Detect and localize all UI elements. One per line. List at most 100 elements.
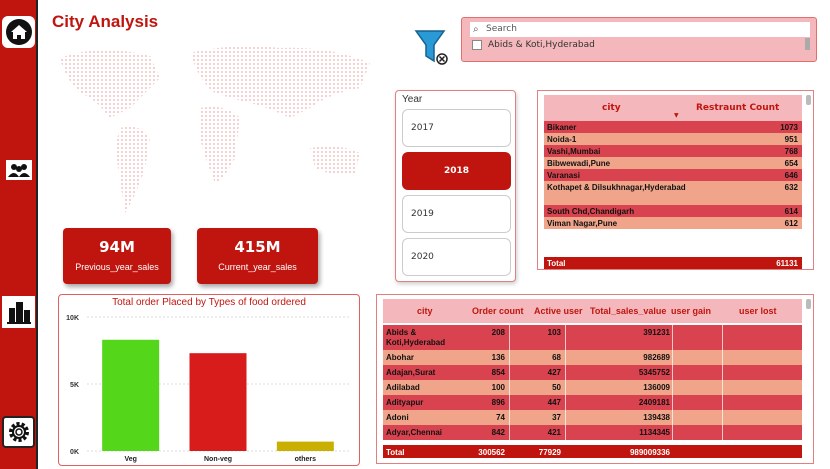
- column-header-restaurant-count[interactable]: Restraunt Count: [696, 103, 779, 113]
- cell-restaurant-count: 614: [784, 207, 798, 216]
- column-header-city[interactable]: city: [602, 103, 621, 113]
- cell-order-count: 842: [491, 428, 505, 437]
- cell-restaurant-count: 951: [784, 135, 798, 144]
- search-placeholder: Search: [486, 24, 517, 34]
- home-button[interactable]: [2, 16, 35, 48]
- cell-restaurant-count: 646: [784, 171, 798, 180]
- nav-sidebar: [0, 0, 38, 469]
- kpi-label: Current_year_sales: [218, 262, 297, 272]
- cell-total-sales: 982689: [643, 353, 670, 362]
- previous-year-sales-card: 94M Previous_year_sales: [63, 228, 171, 284]
- table-row[interactable]: Varanasi 646: [544, 169, 802, 181]
- year-option-2019[interactable]: 2019: [402, 195, 511, 233]
- bar-others[interactable]: [276, 441, 334, 451]
- cell-city: Kothapet & Dilsukhnagar,Hyderabad: [547, 183, 686, 192]
- table-row[interactable]: Viman Nagar,Pune 612: [544, 217, 802, 229]
- y-tick-label: 10K: [66, 315, 79, 322]
- table-row[interactable]: Adoni 74 37 139438: [383, 410, 802, 425]
- cell-order-count: 136: [491, 353, 505, 362]
- cell-active-user: 68: [552, 353, 561, 362]
- cell-active-user: 37: [552, 413, 561, 422]
- table-row[interactable]: Noida-1 951: [544, 133, 802, 145]
- cell-restaurant-count: 768: [784, 147, 798, 156]
- table-row[interactable]: Bikaner 1073: [544, 121, 802, 133]
- column-header-total-sales[interactable]: Total_sales_value: [590, 306, 666, 316]
- table-row[interactable]: South Chd,Chandigarh 614: [544, 205, 802, 217]
- table-row[interactable]: Adajan,Surat 854 427 5345752: [383, 365, 802, 380]
- table-header: city ▼ Restraunt Count: [544, 95, 802, 121]
- table-row[interactable]: Bibwewadi,Pune 654: [544, 157, 802, 169]
- option-checkbox[interactable]: [472, 40, 482, 50]
- table-scrollbar[interactable]: [806, 95, 811, 105]
- table-row[interactable]: Abids & Koti,Hyderabad 208 103 391231: [383, 325, 802, 350]
- table-total-row: Total 61131: [544, 257, 802, 269]
- cell-city: Bikaner: [547, 123, 577, 132]
- cell-active-user: 50: [552, 383, 561, 392]
- search-input[interactable]: ⌕ Search: [470, 22, 810, 37]
- bar-veg[interactable]: [102, 339, 160, 451]
- table-scrollbar[interactable]: [806, 299, 811, 309]
- cell-city: South Chd,Chandigarh: [547, 207, 635, 216]
- kpi-value: 94M: [99, 238, 135, 256]
- cell-active-user: 427: [547, 368, 561, 377]
- home-icon: [5, 19, 32, 45]
- sort-desc-icon[interactable]: ▼: [674, 112, 679, 119]
- city-slicer: ⌕ Search Abids & Koti,Hyderabad: [461, 17, 817, 62]
- gear-icon: [8, 422, 29, 442]
- total-order-count: 300562: [478, 448, 505, 457]
- people-button[interactable]: [2, 154, 35, 186]
- cell-city: Noida-1: [547, 135, 577, 144]
- year-slicer: Year 2017 2018 2019 2020: [395, 90, 516, 282]
- table-row[interactable]: Abohar 136 68 982689: [383, 350, 802, 365]
- filter-icon[interactable]: [414, 28, 450, 68]
- column-header-active-user[interactable]: Active user: [534, 306, 583, 316]
- column-header-user-gain[interactable]: user gain: [671, 306, 711, 316]
- total-label: Total: [547, 259, 566, 268]
- cell-total-sales: 5345752: [638, 368, 670, 377]
- cell-order-count: 896: [491, 398, 505, 407]
- table-row[interactable]: Adyar,Chennai 842 421 1134345: [383, 425, 802, 440]
- cell-order-count: 854: [491, 368, 505, 377]
- cell-city: Varanasi: [547, 171, 580, 180]
- table-row[interactable]: Adilabad 100 50 136009: [383, 380, 802, 395]
- year-option-2017[interactable]: 2017: [402, 109, 511, 147]
- city-icon: [6, 302, 31, 324]
- cell-order-count: 208: [491, 328, 505, 337]
- total-sales-value: 989009336: [629, 448, 670, 457]
- cell-total-sales: 1134345: [639, 428, 670, 437]
- slicer-option[interactable]: Abids & Koti,Hyderabad: [472, 40, 595, 50]
- cell-restaurant-count: 612: [784, 219, 798, 228]
- world-map-image: [60, 46, 370, 213]
- table-row[interactable]: Kothapet & Dilsukhnagar,Hyderabad 632: [544, 181, 802, 205]
- people-icon: [5, 160, 32, 180]
- total-active-user: 77929: [538, 448, 561, 457]
- cell-order-count: 74: [496, 413, 505, 422]
- cell-order-count: 100: [491, 383, 505, 392]
- y-tick-label: 0K: [70, 449, 79, 456]
- cell-total-sales: 136009: [643, 383, 670, 392]
- cell-active-user: 103: [547, 328, 561, 337]
- x-tick-label: Non-veg: [204, 456, 232, 463]
- column-header-order-count[interactable]: Order count: [472, 306, 524, 316]
- search-icon: ⌕: [473, 24, 479, 35]
- option-label: Abids & Koti,Hyderabad: [488, 40, 595, 50]
- column-header-user-lost[interactable]: user lost: [739, 306, 777, 316]
- settings-button[interactable]: [2, 416, 35, 448]
- total-value: 61131: [776, 259, 798, 268]
- chart-canvas: 0K 5K 10K Veg Non-veg others: [66, 315, 349, 463]
- table-row[interactable]: Adityapur 896 447 2409181: [383, 395, 802, 410]
- column-header-city[interactable]: city: [417, 306, 433, 316]
- slicer-scrollbar[interactable]: [805, 38, 810, 50]
- cell-city: Bibwewadi,Pune: [547, 159, 611, 168]
- kpi-value: 415M: [234, 238, 281, 256]
- city-button[interactable]: [2, 296, 35, 328]
- y-tick-label: 5K: [70, 382, 79, 389]
- year-option-2018[interactable]: 2018: [402, 152, 511, 190]
- cell-active-user: 447: [547, 398, 561, 407]
- cell-total-sales: 2409181: [638, 398, 670, 407]
- table-row[interactable]: Vashi,Mumbai 768: [544, 145, 802, 157]
- bar-non-veg[interactable]: [189, 353, 247, 451]
- city-sales-table: city Order count Active user Total_sales…: [376, 294, 814, 464]
- cell-restaurant-count: 632: [784, 183, 798, 192]
- year-option-2020[interactable]: 2020: [402, 238, 511, 276]
